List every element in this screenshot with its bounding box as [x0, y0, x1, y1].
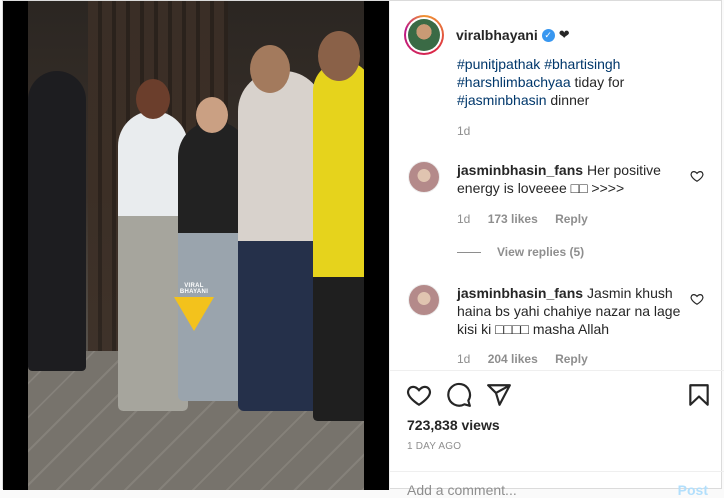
share-icon[interactable]: [486, 382, 512, 408]
heart-icon[interactable]: [406, 382, 432, 408]
add-comment-bar: Add a comment... Post: [390, 471, 724, 498]
watermark: VIRAL BHAYANI: [172, 283, 216, 331]
post-timestamp[interactable]: 1d: [457, 124, 470, 138]
person-head: [250, 45, 290, 93]
hashtag-link[interactable]: #bhartisingh: [544, 56, 620, 72]
avatar-image: [408, 19, 440, 51]
post-username[interactable]: viralbhayani: [456, 27, 538, 43]
instagram-post: VIRAL BHAYANI viralbhayani ✓ ❤ #punitjpa…: [2, 0, 724, 498]
comment-username[interactable]: jasminbhasin_fans: [457, 285, 583, 301]
bookmark-icon[interactable]: [686, 382, 712, 408]
comment-icon[interactable]: [446, 382, 472, 408]
post-date[interactable]: 1 DAY AGO: [407, 441, 461, 452]
comment-likes[interactable]: 204 likes: [488, 352, 538, 366]
comment-username[interactable]: jasminbhasin_fans: [457, 162, 583, 178]
comment-time[interactable]: 1d: [457, 352, 470, 366]
comment-meta: 1d 204 likes Reply: [457, 352, 602, 366]
reply-button[interactable]: Reply: [555, 352, 588, 366]
comment-body: jasminbhasin_fans Her positive energy is …: [457, 161, 682, 197]
verified-badge-icon: ✓: [541, 28, 555, 42]
comment-like-heart-icon[interactable]: [690, 292, 704, 306]
avatar[interactable]: [404, 15, 444, 55]
comment-likes[interactable]: 173 likes: [488, 212, 538, 226]
caption-text: dinner: [546, 92, 590, 108]
person-head: [196, 97, 228, 133]
caption-text: tiday for: [570, 74, 625, 90]
comment-body: jasminbhasin_fans Jasmin khush haina bs y…: [457, 284, 682, 338]
view-replies-button[interactable]: View replies (5): [457, 245, 584, 259]
hashtag-link[interactable]: #punitjpathak: [457, 56, 540, 72]
post-caption: #punitjpathak #bhartisingh #harshlimbach…: [457, 55, 707, 109]
watermark-text: VIRAL BHAYANI: [179, 283, 209, 295]
heart-emoji: ❤: [558, 27, 570, 42]
person-silhouette: [238, 71, 324, 411]
comment-meta: 1d 173 likes Reply: [457, 212, 602, 226]
view-replies-label: View replies (5): [497, 245, 585, 259]
person-silhouette: [28, 71, 86, 371]
video-frame[interactable]: VIRAL BHAYANI: [28, 1, 364, 490]
post-sidebar: viralbhayani ✓ ❤ #punitjpathak #bhartisi…: [389, 1, 724, 498]
video-player[interactable]: VIRAL BHAYANI: [3, 1, 389, 490]
reply-button[interactable]: Reply: [555, 212, 588, 226]
post-comment-button[interactable]: Post: [678, 482, 708, 498]
replies-divider: [457, 251, 481, 253]
commenter-avatar[interactable]: [408, 284, 440, 316]
comment-like-heart-icon[interactable]: [690, 169, 704, 183]
comment-time[interactable]: 1d: [457, 212, 470, 226]
hashtag-link[interactable]: #harshlimbachyaa: [457, 74, 571, 90]
person-head: [136, 79, 170, 119]
action-bar: [390, 370, 724, 371]
add-comment-input[interactable]: Add a comment...: [407, 482, 517, 498]
commenter-avatar[interactable]: [408, 161, 440, 193]
hashtag-link[interactable]: #jasminbhasin: [457, 92, 547, 108]
watermark-logo-icon: [174, 297, 214, 331]
person-head: [318, 31, 360, 81]
view-count[interactable]: 723,838 views: [407, 417, 500, 433]
person-silhouette: [313, 61, 364, 421]
